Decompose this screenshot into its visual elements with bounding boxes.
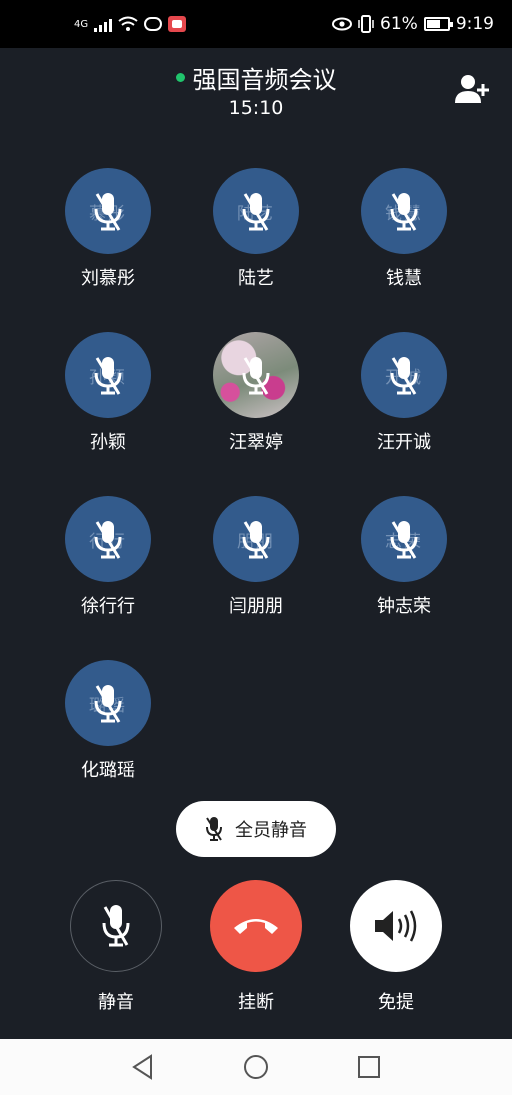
- member-name: 化璐瑶: [81, 760, 135, 781]
- mic-muted-icon: [206, 817, 222, 841]
- member-name: 孙颖: [90, 432, 126, 453]
- battery-icon: [423, 17, 453, 31]
- mic-status: [93, 683, 123, 723]
- mic-muted-icon: [242, 357, 270, 395]
- mic-status: [389, 191, 419, 231]
- mute-all-label: 全员静音: [235, 820, 307, 841]
- mic-status: [241, 355, 271, 395]
- member-tile[interactable]: 朋朋闫朋朋: [182, 496, 330, 617]
- member-name: 徐行行: [81, 596, 135, 617]
- avatar: 璐瑶: [65, 660, 151, 746]
- call-timer: 15:10: [228, 97, 284, 119]
- speaker-icon: [375, 910, 417, 942]
- mic-muted-icon: [102, 905, 130, 947]
- avatar: [213, 332, 299, 418]
- status-left: 4G: [74, 16, 187, 32]
- mic-muted-icon: [242, 193, 270, 231]
- mic-status: [93, 355, 123, 395]
- vibrate-icon: [358, 15, 374, 33]
- member-name: 汪翠婷: [229, 432, 283, 453]
- avatar: 朋朋: [213, 496, 299, 582]
- member-tile[interactable]: 钱慧钱慧: [330, 168, 478, 289]
- mic-muted-icon: [94, 357, 122, 395]
- speaker-label: 免提: [378, 992, 414, 1013]
- member-name: 钟志荣: [377, 596, 431, 617]
- mute-all-button[interactable]: 全员静音: [176, 801, 336, 857]
- mic-muted-icon: [390, 521, 418, 559]
- mic-status: [93, 519, 123, 559]
- home-icon[interactable]: [243, 1054, 269, 1080]
- recents-icon[interactable]: [357, 1055, 381, 1079]
- title-row: 强国音频会议: [0, 60, 512, 95]
- member-tile[interactable]: 孙颖孙颖: [34, 332, 182, 453]
- hangup-control: 挂断: [209, 880, 303, 1014]
- mic-muted-icon: [390, 357, 418, 395]
- status-bar: 4G 61% 9:19: [0, 0, 512, 48]
- mute-label: 静音: [98, 992, 134, 1013]
- recording-icon: [168, 16, 187, 32]
- add-user-icon[interactable]: [454, 72, 490, 108]
- signal-icon: [94, 16, 113, 32]
- mute-control: 静音: [69, 880, 163, 1014]
- members-grid: 慕彤刘慕彤陆艺陆艺钱慧钱慧孙颖孙颖汪翠婷开诚汪开诚行行徐行行朋朋闫朋朋志荣钟志荣…: [34, 168, 478, 781]
- system-nav-bar: [0, 1039, 512, 1095]
- battery-percent: 61%: [380, 14, 418, 34]
- call-header: 强国音频会议 15:10: [0, 60, 512, 119]
- eye-icon: [332, 17, 353, 31]
- member-name: 闫朋朋: [229, 596, 283, 617]
- mic-status: [241, 519, 271, 559]
- member-tile[interactable]: 陆艺陆艺: [182, 168, 330, 289]
- mic-status: [389, 519, 419, 559]
- network-label: 4G: [74, 18, 89, 30]
- wifi-icon: [118, 16, 138, 31]
- clock: 9:19: [455, 14, 494, 34]
- speaker-button[interactable]: [350, 880, 442, 972]
- mic-status: [389, 355, 419, 395]
- member-name: 钱慧: [386, 268, 422, 289]
- page-title: 强国音频会议: [192, 66, 337, 94]
- live-dot: [175, 73, 185, 82]
- avatar: 志荣: [361, 496, 447, 582]
- avatar: 开诚: [361, 332, 447, 418]
- mic-muted-icon: [94, 193, 122, 231]
- avatar: 行行: [65, 496, 151, 582]
- call-controls: 静音 挂断 免提: [69, 880, 443, 1014]
- member-name: 刘慕彤: [81, 268, 135, 289]
- member-tile[interactable]: 慕彤刘慕彤: [34, 168, 182, 289]
- avatar: 钱慧: [361, 168, 447, 254]
- member-tile[interactable]: 璐瑶化璐瑶: [34, 660, 182, 781]
- member-name: 汪开诚: [377, 432, 431, 453]
- member-tile[interactable]: 汪翠婷: [182, 332, 330, 453]
- mic-muted-icon: [390, 193, 418, 231]
- hangup-button[interactable]: [210, 880, 302, 972]
- member-tile[interactable]: 开诚汪开诚: [330, 332, 478, 453]
- avatar: 孙颖: [65, 332, 151, 418]
- mic-status: [241, 191, 271, 231]
- speaker-control: 免提: [349, 880, 443, 1014]
- mic-muted-icon: [94, 685, 122, 723]
- mic-status: [93, 191, 123, 231]
- mute-button[interactable]: [70, 880, 162, 972]
- hangup-label: 挂断: [238, 992, 274, 1013]
- back-icon[interactable]: [131, 1054, 155, 1080]
- member-name: 陆艺: [238, 268, 274, 289]
- status-right: 61% 9:19: [332, 14, 494, 34]
- member-tile[interactable]: 行行徐行行: [34, 496, 182, 617]
- hangup-icon: [234, 919, 278, 934]
- avatar: 慕彤: [65, 168, 151, 254]
- mic-muted-icon: [94, 521, 122, 559]
- avatar: 陆艺: [213, 168, 299, 254]
- mic-muted-icon: [242, 521, 270, 559]
- member-tile[interactable]: 志荣钟志荣: [330, 496, 478, 617]
- wechat-icon: [144, 17, 163, 31]
